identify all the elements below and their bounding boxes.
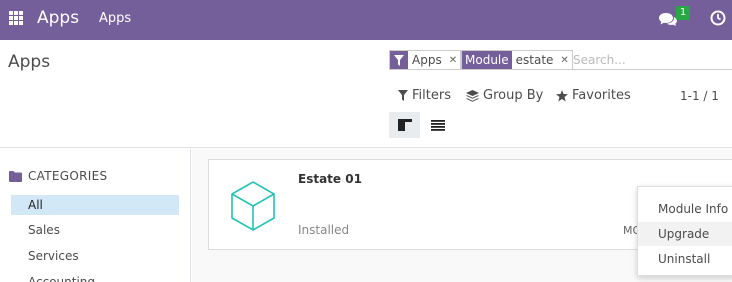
filters-button[interactable]: Filters [398, 88, 451, 103]
menu-item-apps[interactable]: Apps [99, 11, 131, 26]
facet-value: Apps [412, 53, 442, 67]
kanban-icon [397, 119, 412, 131]
filters-label: Filters [412, 88, 451, 103]
apps-menu-icon[interactable] [9, 11, 23, 25]
module-cube-icon [231, 181, 275, 231]
module-info-item[interactable]: Module Info [638, 197, 732, 221]
upgrade-item[interactable]: Upgrade [638, 222, 732, 246]
pager-value[interactable]: 1-1 / 1 [680, 89, 719, 103]
category-sales[interactable]: Sales [11, 220, 179, 240]
groupby-label: Group By [483, 88, 544, 103]
groupby-button[interactable]: Group By [466, 88, 543, 103]
uninstall-item[interactable]: Uninstall [638, 247, 732, 271]
clock-icon[interactable] [710, 10, 726, 26]
control-panel: Apps Apps ✕ Module estate ✕ Filters Grou… [0, 40, 732, 148]
chat-icon[interactable] [659, 11, 677, 27]
page-title: Apps [8, 52, 51, 72]
list-icon [430, 119, 445, 131]
favorites-label: Favorites [572, 88, 631, 103]
top-navbar: Apps Apps 1 [0, 0, 732, 40]
layers-icon [466, 89, 479, 102]
kanban-view-button[interactable] [389, 112, 420, 138]
category-all[interactable]: All [11, 195, 179, 215]
facet-label: Module [462, 51, 512, 69]
facet-remove-icon[interactable]: ✕ [557, 51, 571, 69]
categories-header: CATEGORIES [9, 169, 107, 183]
category-accounting[interactable]: Accounting [11, 272, 179, 282]
categories-sidebar: CATEGORIES All Sales Services Accounting [0, 149, 191, 282]
app-brand[interactable]: Apps [37, 8, 79, 28]
search-facet-module: Module estate ✕ [461, 50, 573, 70]
search-input[interactable] [573, 50, 723, 70]
favorites-button[interactable]: Favorites [556, 88, 631, 103]
facet-value: estate [515, 53, 554, 67]
star-icon [556, 89, 568, 101]
chat-count-badge: 1 [676, 6, 690, 20]
filter-icon [390, 51, 408, 69]
category-services[interactable]: Services [11, 246, 179, 266]
list-view-button[interactable] [422, 112, 453, 138]
filter-icon [398, 90, 408, 101]
search-facet-apps: Apps ✕ [389, 50, 462, 70]
categories-title: CATEGORIES [28, 169, 108, 183]
facet-remove-icon[interactable]: ✕ [446, 51, 460, 69]
module-name: Estate 01 [298, 172, 362, 186]
folder-icon [9, 170, 22, 182]
card-dropdown-menu: Module Info Upgrade Uninstall [637, 186, 732, 276]
module-status: Installed [298, 223, 350, 237]
search-bar: Apps ✕ Module estate ✕ [389, 48, 732, 70]
